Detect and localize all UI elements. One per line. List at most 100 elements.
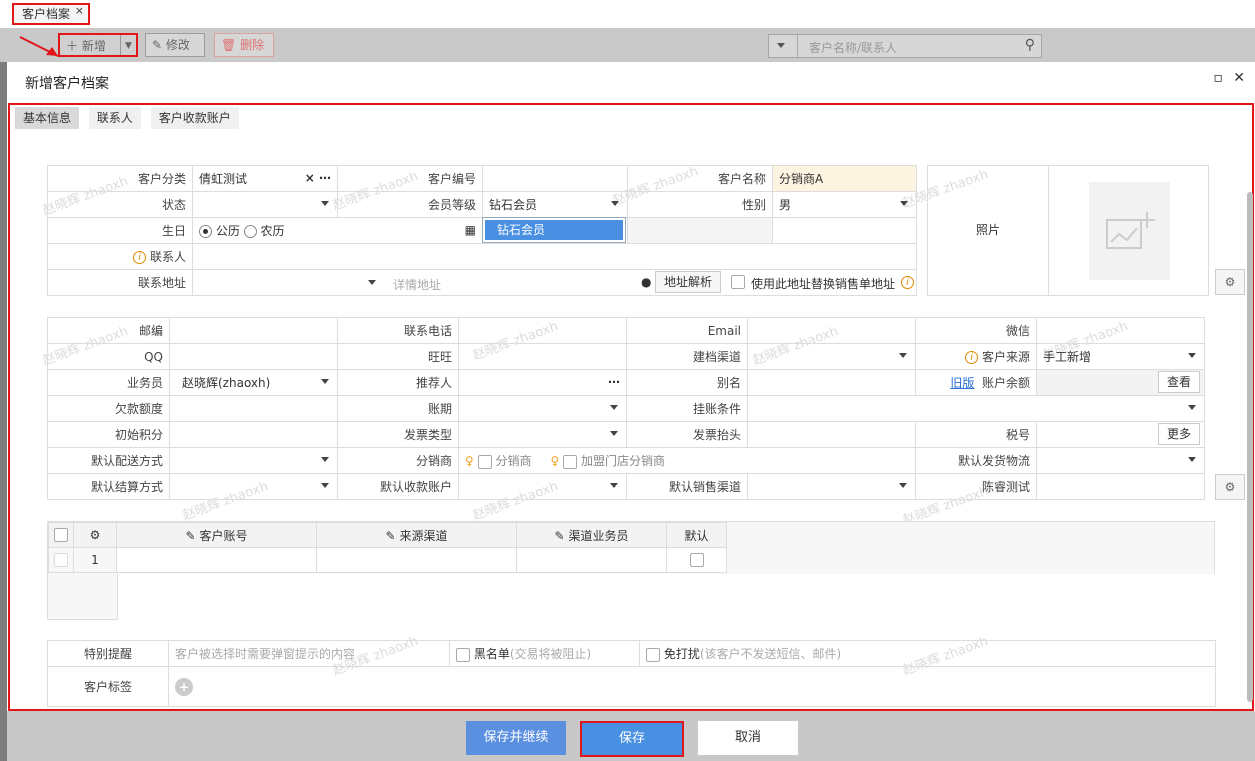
old-version-link[interactable]: 旧版	[950, 376, 974, 390]
save-button[interactable]: 保存	[580, 721, 684, 757]
gender-label: 性别	[627, 191, 773, 218]
calendar-icon[interactable]: ▦	[465, 223, 476, 237]
collection-account-label: 默认收款账户	[337, 473, 459, 500]
invoice-title-field[interactable]	[747, 421, 916, 448]
channel-salesman-cell[interactable]	[516, 547, 667, 573]
more-icon[interactable]: ⋯	[608, 375, 620, 389]
save-continue-button[interactable]: 保存并继续	[466, 721, 566, 755]
replace-address-checkbox[interactable]	[731, 275, 745, 289]
lunar-radio[interactable]	[243, 225, 257, 238]
location-pin-icon[interactable]: ●	[641, 275, 651, 289]
payment-term-select[interactable]	[458, 395, 627, 422]
more-button[interactable]: 更多	[1157, 423, 1200, 445]
close-icon[interactable]: ✕	[1233, 70, 1245, 86]
default-logistics-label: 默认发货物流	[915, 447, 1037, 474]
account-no-cell[interactable]	[116, 547, 317, 573]
alias-label: 别名	[626, 369, 748, 396]
zip-field[interactable]	[169, 317, 338, 344]
referrer-field[interactable]: ⋯	[458, 369, 627, 396]
view-button[interactable]: 查看	[1157, 371, 1200, 393]
scrollbar[interactable]	[1247, 192, 1253, 702]
source-label: i 客户来源	[915, 343, 1037, 370]
customer-category-label: 客户分类	[47, 165, 193, 192]
special-reminder-input[interactable]: 客户被选择时需要弹窗提示的内容	[168, 640, 450, 667]
customer-code-field[interactable]	[482, 165, 628, 192]
contact-field[interactable]	[192, 243, 917, 270]
form-tabs: 基本信息 联系人 客户收款账户	[15, 107, 245, 129]
birthday-field[interactable]: 公历 农历 ▦	[192, 217, 483, 244]
franchise-distributor-checkbox[interactable]	[563, 454, 578, 469]
header-source-channel: 来源渠道	[399, 528, 448, 543]
chevron-down-icon[interactable]	[368, 280, 376, 285]
sales-channel-select[interactable]	[747, 473, 916, 500]
select-all-checkbox[interactable]	[54, 528, 68, 543]
alias-field[interactable]	[747, 369, 916, 396]
address-detail-input[interactable]: 详情地址	[393, 276, 441, 293]
dialog-title: 新增客户档案	[25, 76, 109, 92]
header-default: 默认	[666, 522, 727, 548]
chevron-down-icon	[900, 201, 908, 206]
wangwang-field[interactable]	[458, 343, 627, 370]
distributor-checkbox[interactable]	[477, 454, 492, 469]
credit-condition-select[interactable]	[747, 395, 1205, 422]
salesman-select[interactable]: 赵晓辉(zhaoxh)	[169, 369, 338, 396]
default-checkbox[interactable]	[689, 553, 704, 568]
settings-gear-icon[interactable]: ⚙	[1215, 474, 1245, 500]
member-level-select[interactable]: 钻石会员	[482, 191, 628, 218]
collection-account-select[interactable]	[458, 473, 627, 500]
chevron-down-icon	[1188, 405, 1196, 410]
source-select[interactable]: 手工新增	[1036, 343, 1205, 370]
salesman-label: 业务员	[47, 369, 170, 396]
chevron-down-icon	[610, 431, 618, 436]
settings-gear-icon[interactable]: ⚙	[1215, 269, 1245, 295]
extra-form: 特别提醒 客户被选择时需要弹窗提示的内容 黑名单(交易将被阻止) 免打扰(该客户…	[47, 640, 1216, 707]
custom-field[interactable]	[1036, 473, 1205, 500]
row-checkbox[interactable]	[54, 553, 68, 568]
cancel-button[interactable]: 取消	[698, 721, 798, 755]
salesman-value: 赵晓辉(zhaoxh)	[182, 376, 271, 390]
lightbulb-icon: ♀	[550, 454, 560, 468]
customer-category-field[interactable]: 倩虹测试 × ⋯	[192, 165, 338, 192]
customer-name-field[interactable]: 分销商A	[772, 165, 917, 192]
email-field[interactable]	[747, 317, 916, 344]
zip-label: 邮编	[47, 317, 170, 344]
invoice-type-select[interactable]	[458, 421, 627, 448]
tab-collection-accounts[interactable]: 客户收款账户	[150, 107, 239, 129]
default-logistics-select[interactable]	[1036, 447, 1205, 474]
gender-select[interactable]: 男	[772, 191, 917, 218]
wangwang-label: 旺旺	[337, 343, 459, 370]
solar-label: 公历	[215, 224, 240, 238]
grid-settings-icon[interactable]: ⚙	[73, 522, 117, 548]
referrer-label: 推荐人	[337, 369, 459, 396]
row-index: 1	[73, 547, 117, 573]
tab-contacts[interactable]: 联系人	[88, 107, 141, 129]
channel-select[interactable]	[747, 343, 916, 370]
dropdown-option-diamond[interactable]: 钻石会员	[485, 220, 623, 240]
maximize-icon[interactable]: ▫	[1213, 70, 1223, 86]
address-parse-button[interactable]: 地址解析	[655, 271, 722, 293]
contact-label: i 联系人	[47, 243, 193, 270]
solar-radio[interactable]	[199, 225, 212, 238]
photo-placeholder[interactable]	[1089, 182, 1170, 280]
tab-basic-info[interactable]: 基本信息	[15, 107, 80, 129]
replace-address-label: 使用此地址替换销售单地址	[751, 277, 896, 291]
wechat-field[interactable]	[1036, 317, 1205, 344]
balance-field: 查看	[1036, 369, 1205, 396]
phone-field[interactable]	[458, 317, 627, 344]
pencil-icon: ✎	[185, 528, 196, 543]
address-field[interactable]: 详情地址 ● 地址解析 使用此地址替换销售单地址 i	[192, 269, 917, 296]
qq-field[interactable]	[169, 343, 338, 370]
clear-more-icon[interactable]: × ⋯	[305, 171, 331, 185]
add-tag-icon[interactable]: +	[175, 677, 193, 696]
status-select[interactable]	[192, 191, 338, 218]
tax-id-field[interactable]: 更多	[1036, 421, 1205, 448]
blacklist-checkbox[interactable]	[456, 647, 470, 662]
no-disturb-label: 免打扰	[663, 647, 700, 661]
settlement-method-select[interactable]	[169, 473, 338, 500]
chevron-down-icon	[321, 379, 329, 384]
no-disturb-checkbox[interactable]	[646, 647, 660, 662]
delivery-method-select[interactable]	[169, 447, 338, 474]
source-channel-cell[interactable]	[316, 547, 517, 573]
credit-limit-field[interactable]	[169, 395, 338, 422]
initial-points-field[interactable]	[169, 421, 338, 448]
